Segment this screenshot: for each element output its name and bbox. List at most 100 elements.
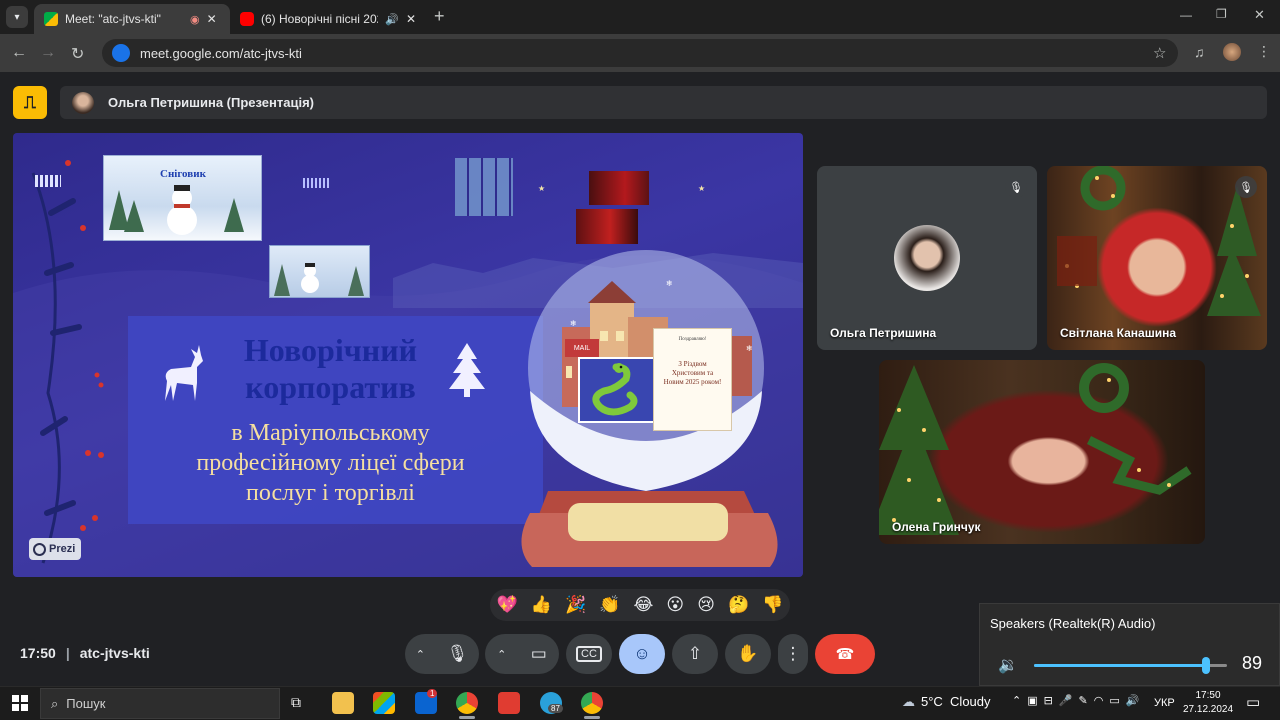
svg-text:❄: ❄ xyxy=(570,319,577,328)
captions-icon: CC xyxy=(576,646,602,662)
close-window-button[interactable]: ✕ xyxy=(1254,7,1265,23)
speaker-icon[interactable]: 🔉 xyxy=(998,655,1018,675)
file-explorer-icon[interactable] xyxy=(332,692,354,714)
wifi-icon[interactable]: ◠ xyxy=(1094,694,1104,707)
door-icon: ⎍ xyxy=(24,92,36,112)
party-popper-reaction[interactable]: 🎉 xyxy=(565,595,586,615)
captions-button[interactable]: CC xyxy=(566,634,612,674)
recording-icon: ◉ xyxy=(190,13,200,26)
surprised-reaction[interactable]: 😮 xyxy=(666,595,684,615)
snowman-thumbnail-small[interactable] xyxy=(269,245,370,298)
pen-icon[interactable]: ✎ xyxy=(1079,694,1088,707)
taskbar-search-box[interactable]: ⌕ Пошук xyxy=(40,688,280,719)
volume-level: 89 xyxy=(1242,653,1263,673)
sparkling-heart-reaction[interactable]: 💖 xyxy=(497,595,518,615)
clock-time: 17:50 xyxy=(1195,690,1221,701)
snake-envelope xyxy=(578,357,656,423)
usb-icon[interactable]: ⊟ xyxy=(1044,694,1053,707)
hang-up-icon: ☎ xyxy=(835,646,855,663)
cloud-icon: ☁ xyxy=(902,694,915,709)
participant-tile-olena[interactable]: Олена Гринчук xyxy=(879,360,1205,544)
microphone-tray-icon[interactable]: 🎤 xyxy=(1059,694,1073,707)
clock[interactable]: 17:50 27.12.2024 xyxy=(1183,689,1233,717)
presenter-bar: Ольга Петришина (Презентація) xyxy=(60,86,1267,119)
participant-tile-svitlana[interactable]: 🎙 Світлана Канашина xyxy=(1047,166,1267,350)
sad-reaction[interactable]: 😢 xyxy=(697,595,715,615)
restore-button[interactable]: ❐ xyxy=(1216,7,1227,21)
wps-office-icon[interactable] xyxy=(498,692,520,714)
leave-call-button[interactable]: ☎ xyxy=(815,634,875,674)
thinking-reaction[interactable]: 🤔 xyxy=(728,595,749,615)
chrome-icon[interactable] xyxy=(456,692,478,714)
christmas-photo-thumbnail-2[interactable] xyxy=(576,209,638,244)
browser-menu-icon[interactable]: ⋮ xyxy=(1257,43,1271,60)
tab-youtube[interactable]: (6) Новорічні пісні 2025. - 🔊 ✕ xyxy=(230,4,426,34)
volume-slider[interactable] xyxy=(1034,657,1227,674)
forward-arrow-icon[interactable]: → xyxy=(40,44,56,62)
tab-close-icon[interactable]: ✕ xyxy=(406,12,416,26)
minimize-button[interactable]: — xyxy=(1180,8,1192,22)
microphone-icon[interactable]: 🎙 xyxy=(447,644,469,664)
present-button[interactable]: ⇧ xyxy=(672,634,718,674)
prezi-badge[interactable]: Prezi xyxy=(29,538,81,560)
camera-control[interactable]: ⌃ ▭ xyxy=(485,634,559,674)
weather-widget[interactable]: ☁ 5°C Cloudy xyxy=(902,694,991,710)
slide-subtitle: в Маріупольському професійному ліцеї сфе… xyxy=(128,418,533,508)
profile-avatar[interactable] xyxy=(1223,43,1241,61)
meet-home-button[interactable]: ⎍ xyxy=(13,86,47,119)
snowman-small-illustration xyxy=(274,263,364,296)
task-view-icon[interactable]: ⧉ xyxy=(291,694,301,711)
snowman-thumbnail[interactable]: Сніговик xyxy=(103,155,262,241)
clapping-reaction[interactable]: 👏 xyxy=(599,595,620,615)
volume-thumb[interactable] xyxy=(1201,657,1210,674)
svg-text:❄: ❄ xyxy=(746,344,753,353)
presentation-slide[interactable]: ★ ★ Сніговик Новорічний корпоратив в Марі… xyxy=(13,133,803,577)
language-indicator[interactable]: УКР xyxy=(1154,697,1175,709)
audio-playing-icon: 🔊 xyxy=(385,13,399,26)
svg-text:★: ★ xyxy=(538,184,545,193)
participant-name: Світлана Канашина xyxy=(1060,326,1177,340)
photo-grid-thumbnail[interactable] xyxy=(455,158,513,216)
chevron-up-icon[interactable]: ⌃ xyxy=(1012,694,1021,707)
hand-icon: ✋ xyxy=(737,644,759,663)
microsoft-store-icon[interactable] xyxy=(373,692,395,714)
laughing-reaction[interactable]: 😂 xyxy=(633,595,653,615)
emoji-button[interactable]: ☺ xyxy=(619,634,665,674)
chrome-profile-icon[interactable] xyxy=(581,692,603,714)
participant-tile-olga[interactable]: 🎙 Ольга Петришина xyxy=(817,166,1037,350)
media-control-icon[interactable]: ♫ xyxy=(1194,44,1205,60)
chevron-up-icon[interactable]: ⌃ xyxy=(416,648,425,661)
clock-date: 27.12.2024 xyxy=(1183,704,1234,715)
back-arrow-icon[interactable]: ← xyxy=(11,44,27,62)
windows-start-icon[interactable] xyxy=(12,695,28,711)
tab-meet[interactable]: Meet: "atc-jtvs-kti" ◉ ✕ xyxy=(34,4,230,34)
mail-sign: MAIL xyxy=(565,339,599,357)
present-screen-icon: ⇧ xyxy=(687,644,703,663)
more-options-button[interactable]: ⋮ xyxy=(778,634,808,674)
battery-icon[interactable]: ▭ xyxy=(1109,694,1119,707)
bookmark-star-icon[interactable]: ☆ xyxy=(1153,44,1166,62)
subtitle-line-3: послуг і торгівлі xyxy=(246,480,415,506)
tab-search-button[interactable]: ▾ xyxy=(6,6,28,28)
thumbs-up-reaction[interactable]: 👍 xyxy=(531,595,552,615)
mic-control[interactable]: ⌃ 🎙 xyxy=(405,634,479,674)
reactions-bar: 💖 👍 🎉 👏 😂 😮 😢 🤔 👎 xyxy=(490,589,790,621)
mic-off-icon: 🎙 xyxy=(1235,176,1257,198)
christmas-photo-thumbnail[interactable] xyxy=(589,171,649,205)
address-bar[interactable]: meet.google.com/atc-jtvs-kti xyxy=(102,39,1178,67)
volume-tray-icon[interactable]: 🔊 xyxy=(1126,694,1140,707)
new-tab-button[interactable]: + xyxy=(434,6,445,27)
card-text: З Різдвом Христовим та Новим 2025 роком! xyxy=(663,360,722,386)
tab-close-icon[interactable]: ✕ xyxy=(207,12,217,26)
participant-avatar xyxy=(894,225,960,291)
notifications-icon[interactable]: ▭ xyxy=(1246,693,1260,711)
raise-hand-button[interactable]: ✋ xyxy=(725,634,771,674)
video-camera-icon[interactable]: ▭ xyxy=(531,644,547,664)
cloud-storage-icon[interactable]: ▣ xyxy=(1027,694,1037,707)
site-info-icon[interactable] xyxy=(112,44,130,62)
volume-fill xyxy=(1034,664,1206,667)
reload-icon[interactable]: ↻ xyxy=(71,44,84,64)
chevron-up-icon[interactable]: ⌃ xyxy=(497,648,506,661)
prezi-logo-icon xyxy=(33,542,46,556)
thumbs-down-reaction[interactable]: 👎 xyxy=(762,595,783,615)
